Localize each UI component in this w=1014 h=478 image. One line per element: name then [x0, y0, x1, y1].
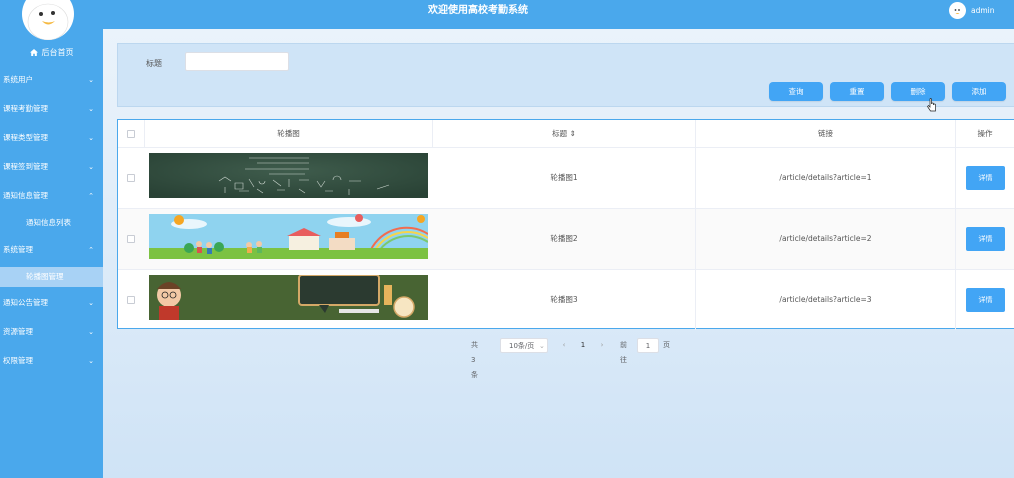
sidebar-subitem-label: 通知信息列表 — [26, 218, 71, 227]
row-checkbox[interactable] — [127, 235, 135, 243]
reset-button[interactable]: 重置 — [830, 82, 884, 101]
column-header-title[interactable]: 标题 ⇕ — [433, 120, 696, 148]
sidebar-item-label: 权限管理 — [3, 356, 33, 365]
sidebar-item-notice-info[interactable]: 通知信息管理 ⌃ — [0, 186, 103, 206]
chevron-up-icon: ⌃ — [88, 192, 94, 200]
current-page[interactable]: 1 — [575, 338, 591, 353]
search-title-input[interactable] — [185, 52, 289, 71]
sidebar-item-resources[interactable]: 资源管理 ⌄ — [0, 322, 103, 342]
main-content: 标题 查询 重置 删除 添加 轮播图 标题 ⇕ 链接 操作 轮播图1 /arti… — [103, 29, 1014, 478]
chevron-down-icon: ⌄ — [88, 76, 94, 84]
sidebar-subitem-notice-list[interactable]: 通知信息列表 — [0, 213, 103, 233]
page-size-value: 10条/页 — [509, 342, 535, 350]
column-header-action: 操作 — [956, 120, 1014, 148]
mouse-cursor-icon — [927, 98, 937, 114]
chevron-down-icon: ⌄ — [88, 105, 94, 113]
sidebar: 后台首页 系统用户 ⌄ 课程考勤管理 ⌄ 课程类型管理 ⌄ 课程签到管理 ⌄ 通知信息管… — [0, 0, 103, 478]
sidebar-item-permissions[interactable]: 权限管理 ⌄ — [0, 351, 103, 371]
carousel-table: 轮播图 标题 ⇕ 链接 操作 轮播图1 /article/details?art… — [117, 119, 1014, 331]
row-title: 轮播图1 — [433, 148, 696, 208]
sidebar-item-label: 课程签到管理 — [3, 162, 48, 171]
carousel-image-cartoon-town — [149, 214, 428, 259]
home-icon — [29, 49, 38, 56]
select-all-checkbox[interactable] — [127, 130, 135, 138]
sidebar-item-label: 课程考勤管理 — [3, 104, 48, 113]
select-all-cell — [118, 120, 145, 148]
duck-logo — [22, 0, 74, 40]
prev-page-button[interactable]: ‹ — [557, 338, 571, 353]
chevron-down-icon: ⌄ — [88, 328, 94, 336]
carousel-image-teacher — [149, 275, 428, 320]
username[interactable]: admin — [971, 6, 995, 15]
sidebar-item-announcement[interactable]: 通知公告管理 ⌄ — [0, 293, 103, 313]
table-row: 轮播图2 /article/details?article=2 详情 — [118, 209, 1014, 270]
sidebar-item-label: 通知信息管理 — [3, 191, 48, 200]
page-suffix: 页 — [663, 341, 670, 349]
row-checkbox[interactable] — [127, 174, 135, 182]
sidebar-item-label: 系统管理 — [3, 245, 33, 254]
row-checkbox[interactable] — [127, 296, 135, 304]
sidebar-item-course-attendance[interactable]: 课程考勤管理 ⌄ — [0, 99, 103, 119]
sidebar-item-course-signin[interactable]: 课程签到管理 ⌄ — [0, 157, 103, 177]
detail-button[interactable]: 详情 — [966, 227, 1005, 251]
detail-button[interactable]: 详情 — [966, 288, 1005, 312]
chevron-up-icon: ⌃ — [88, 246, 94, 254]
chevron-down-icon: ⌄ — [539, 342, 545, 350]
sidebar-home[interactable]: 后台首页 — [0, 47, 103, 58]
carousel-image-chalkboard — [149, 153, 428, 198]
sidebar-item-label: 系统用户 — [3, 75, 33, 84]
chevron-down-icon: ⌄ — [88, 299, 94, 307]
sidebar-item-system-users[interactable]: 系统用户 ⌄ — [0, 70, 103, 90]
query-button[interactable]: 查询 — [769, 82, 823, 101]
chevron-down-icon: ⌄ — [88, 134, 94, 142]
chevron-down-icon: ⌄ — [88, 163, 94, 171]
row-title: 轮播图3 — [433, 270, 696, 330]
column-header-link: 链接 — [696, 120, 956, 148]
row-link: /article/details?article=3 — [696, 270, 956, 330]
sidebar-subitem-label: 轮播图管理 — [26, 272, 64, 281]
table-row: 轮播图3 /article/details?article=3 详情 — [118, 270, 1014, 331]
sidebar-home-label: 后台首页 — [41, 48, 74, 57]
next-page-button[interactable]: › — [595, 338, 609, 353]
goto-page-value: 1 — [645, 342, 651, 350]
sidebar-subitem-carousel[interactable]: 轮播图管理 — [0, 267, 103, 287]
sidebar-item-label: 通知公告管理 — [3, 298, 48, 307]
sidebar-item-system[interactable]: 系统管理 ⌃ — [0, 240, 103, 260]
sidebar-item-label: 资源管理 — [3, 327, 33, 336]
top-header: 欢迎使用高校考勤系统 admin — [103, 0, 1014, 29]
row-link: /article/details?article=1 — [696, 148, 956, 208]
row-title: 轮播图2 — [433, 209, 696, 269]
goto-page-input[interactable]: 1 — [637, 338, 659, 353]
chevron-down-icon: ⌄ — [88, 357, 94, 365]
table-row: 轮播图1 /article/details?article=1 详情 — [118, 148, 1014, 209]
sidebar-item-course-type[interactable]: 课程类型管理 ⌄ — [0, 128, 103, 148]
row-link: /article/details?article=2 — [696, 209, 956, 269]
search-panel: 标题 查询 重置 删除 添加 — [117, 43, 1014, 107]
page-size-select[interactable]: 10条/页 ⌄ — [500, 338, 548, 353]
app-title: 欢迎使用高校考勤系统 — [428, 5, 528, 16]
sidebar-item-label: 课程类型管理 — [3, 133, 48, 142]
goto-label: 前往 — [620, 341, 627, 364]
avatar[interactable] — [949, 2, 966, 19]
search-title-label: 标题 — [146, 59, 162, 68]
column-header-image: 轮播图 — [145, 120, 433, 148]
total-count: 共 3 条 — [471, 341, 478, 379]
detail-button[interactable]: 详情 — [966, 166, 1005, 190]
add-button[interactable]: 添加 — [952, 82, 1006, 101]
